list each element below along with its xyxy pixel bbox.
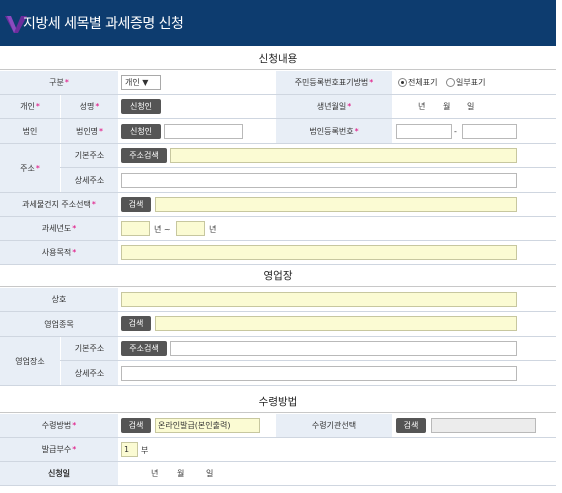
receipt-method-search-button[interactable]: 검색 xyxy=(121,418,151,433)
birth-month: 월 xyxy=(443,102,451,111)
applicant-button[interactable]: 신청인 xyxy=(121,99,161,114)
corp-applicant-button[interactable]: 신청인 xyxy=(121,124,161,139)
property-address-input[interactable] xyxy=(155,197,517,212)
tax-year-to-input[interactable] xyxy=(176,221,205,236)
property-search-button[interactable]: 검색 xyxy=(121,197,151,212)
business-address-search-button[interactable]: 주소검색 xyxy=(121,341,167,356)
business-base-address-input[interactable] xyxy=(170,341,517,356)
receipt-method-label: 수령방법 * xyxy=(0,414,118,437)
business-location-label: 영업장소 xyxy=(0,337,60,385)
business-name-label: 상호 xyxy=(0,288,118,311)
purpose-input[interactable] xyxy=(121,245,517,260)
birth-label: 생년월일 * xyxy=(276,95,392,118)
request-date-day: 일 xyxy=(206,469,214,478)
business-type-label: 영업종목 xyxy=(0,312,118,336)
individual-label: 개인 * xyxy=(0,95,60,118)
page-header: 지방세 세목별 과세증명 신청 xyxy=(0,0,556,46)
ssn-partial-label: 일부표기 xyxy=(456,78,486,87)
section-title-receipt: 수령방법 xyxy=(0,392,556,413)
base-address-label: 기본주소 xyxy=(61,144,118,167)
corp-reg-input-1[interactable] xyxy=(396,124,452,139)
corp-name-label: 법인명 * xyxy=(61,119,118,143)
ssn-method-label: 주민등록번호표기방법 * xyxy=(276,71,392,94)
receipt-method-input[interactable]: 온라인발급(본인출력) xyxy=(155,418,260,433)
corp-reg-dash: - xyxy=(454,127,457,136)
tax-year-from-input[interactable] xyxy=(121,221,150,236)
business-name-input[interactable] xyxy=(121,292,517,307)
address-search-button[interactable]: 주소검색 xyxy=(121,148,167,163)
birth-year: 년 xyxy=(418,102,426,111)
business-detail-address-label: 상세주소 xyxy=(61,361,118,385)
copies-unit: 부 xyxy=(141,446,149,455)
corp-reg-input-2[interactable] xyxy=(462,124,517,139)
type-label: 구분 * xyxy=(0,71,118,94)
name-label: 성명 * xyxy=(61,95,118,118)
birth-day: 일 xyxy=(467,102,475,111)
business-detail-address-input[interactable] xyxy=(121,366,517,381)
purpose-label: 사용목적 * xyxy=(0,241,118,264)
section-title-request: 신청내용 xyxy=(0,49,556,70)
section-title-business: 영업장 xyxy=(0,266,556,287)
receipt-agency-input[interactable] xyxy=(431,418,536,433)
tax-year-label: 과세년도 * xyxy=(0,217,118,240)
detail-address-input[interactable] xyxy=(121,173,517,188)
copies-input[interactable]: 1 xyxy=(121,442,138,457)
corp-name-input[interactable] xyxy=(164,124,243,139)
ssn-partial-radio[interactable] xyxy=(446,78,455,87)
request-date-year: 년 xyxy=(151,469,159,478)
business-base-address-label: 기본주소 xyxy=(61,337,118,360)
corp-reg-label: 법인등록번호 * xyxy=(276,119,392,143)
receipt-agency-label: 수령기관선택 xyxy=(276,414,392,437)
corp-label: 법인 xyxy=(0,119,60,143)
type-select[interactable]: 개인 ▼ xyxy=(121,75,161,90)
tax-year-from-label: 년 ~ xyxy=(154,225,171,234)
business-type-search-button[interactable]: 검색 xyxy=(121,316,151,331)
address-label: 주소 * xyxy=(0,144,60,192)
receipt-agency-search-button[interactable]: 검색 xyxy=(396,418,426,433)
property-address-label: 과세물건지 주소선택 * xyxy=(0,193,118,216)
copies-label: 발급부수 * xyxy=(0,438,118,461)
business-type-input[interactable] xyxy=(155,316,517,331)
ssn-full-label: 전체표기 xyxy=(408,78,438,87)
ssn-full-radio[interactable] xyxy=(398,78,407,87)
request-date-month: 월 xyxy=(177,469,185,478)
base-address-input[interactable] xyxy=(170,148,517,163)
request-date-label: 신청일 xyxy=(0,462,118,485)
detail-address-label: 상세주소 xyxy=(61,168,118,192)
tax-year-to-label: 년 xyxy=(209,225,217,234)
page-title: 지방세 세목별 과세증명 신청 xyxy=(23,16,184,32)
